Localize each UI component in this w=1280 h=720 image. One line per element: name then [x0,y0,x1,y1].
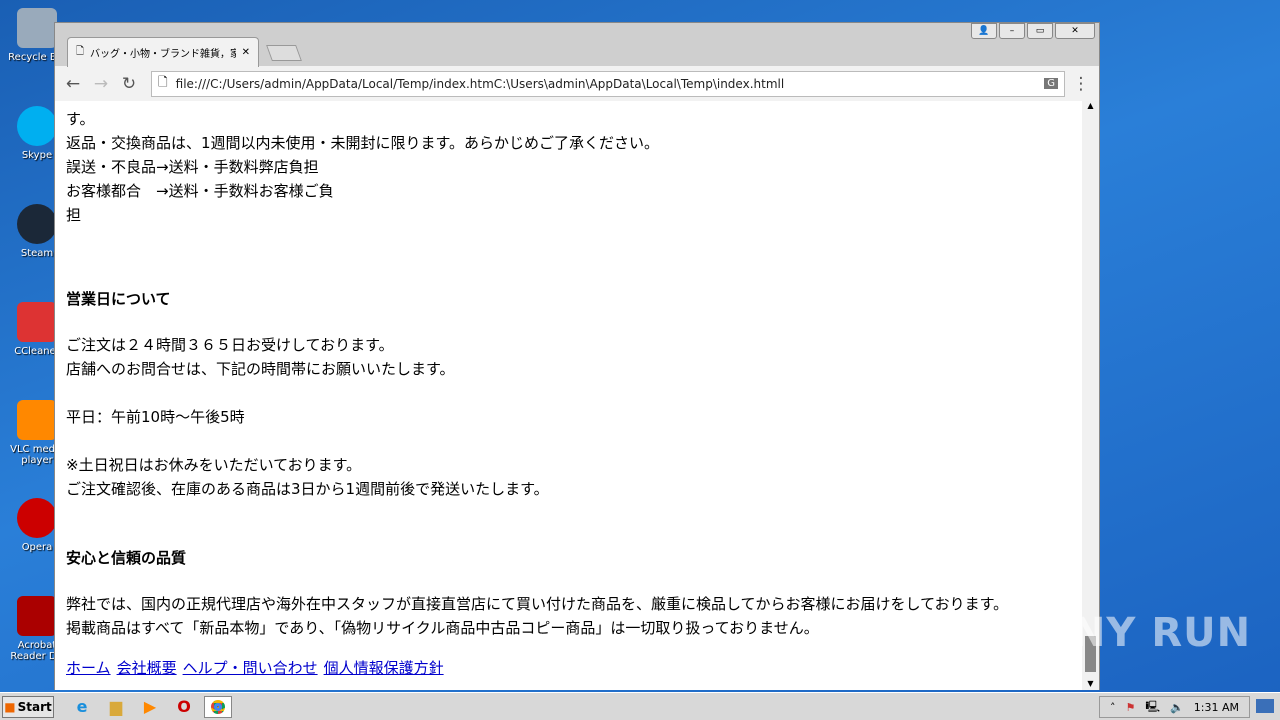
opera-taskbar-icon[interactable]: O [170,696,198,718]
text-line: 担 [66,206,82,224]
link-company[interactable]: 会社概要 [117,659,177,677]
toolbar: ← → ↻ 🗋 file:///C:/Users/admin/AppData/L… [55,66,1099,101]
windows-logo-icon: ■ [4,699,16,714]
link-privacy[interactable]: 個人情報保護方針 [324,659,444,677]
link-help[interactable]: ヘルプ・問い合わせ [183,659,318,677]
icon-label: Skype [21,150,53,161]
ccleaner-icon [17,302,57,342]
clock[interactable]: 1:31 AM [1194,701,1239,714]
text-line: ※土日祝日はお休みをいただいております。 [66,456,362,474]
url-text[interactable]: file:///C:/Users/admin/AppData/Local/Tem… [176,77,1037,91]
vlc-icon [17,400,57,440]
close-tab-icon[interactable]: ✕ [242,47,250,58]
recycle-bin-icon [17,8,57,48]
text-line: 誤送・不良品→送料・手数料弊店負担 [66,158,319,176]
skype-icon [17,106,57,146]
icon-label: Steam [20,248,54,259]
start-button[interactable]: ■ Start [2,695,54,718]
maximize-button[interactable]: ▭ [1027,23,1053,39]
text-line: 平日：午前10時～午後5時 [66,408,245,426]
network-icon[interactable]: 🖳 [1145,698,1160,717]
explorer-icon[interactable]: ▆ [102,696,130,718]
start-label: Start [17,699,52,714]
volume-icon[interactable]: 🔈 [1170,701,1184,714]
address-bar[interactable]: 🗋 file:///C:/Users/admin/AppData/Local/T… [151,70,1065,97]
scroll-up-icon[interactable]: ▲ [1082,101,1099,110]
show-hidden-icons[interactable]: ˄ [1110,701,1116,714]
icon-label: Opera [21,542,53,553]
reload-button[interactable]: ↻ [117,74,141,94]
browser-window: 🗋 バッグ・小物・ブランド雑貨，家電 ✕ 👤 – ▭ ✕ ← → ↻ 🗋 fil… [54,22,1100,690]
minimize-button[interactable]: – [999,23,1025,39]
opera-icon [17,498,57,538]
chrome-taskbar-icon[interactable] [204,695,232,718]
tab-title: バッグ・小物・ブランド雑貨，家電 [90,49,236,60]
section-heading: 営業日について [66,290,171,308]
text-line: お客様都合 →送料・手数料お客様ご負 [66,182,334,200]
show-desktop-button[interactable] [1256,699,1274,713]
profile-button[interactable]: 👤 [971,23,997,39]
back-button[interactable]: ← [61,74,85,94]
text-line: 弊社では、国内の正規代理店や海外在中スタッフが直接直営店にて買い付けた商品を、厳… [66,595,1009,613]
watermark: ANY RUN [1040,610,1252,656]
action-center-icon[interactable]: ⚑ [1126,701,1136,714]
text-line: ご注文は２４時間３６５日お受けしております。 [66,336,394,354]
browser-tab[interactable]: 🗋 バッグ・小物・ブランド雑貨，家電 ✕ [67,37,259,67]
new-tab-button[interactable] [266,45,302,61]
section-heading: 安心と信頼の品質 [66,549,187,567]
text-line: 掲載商品はすべて「新品本物」であり、「偽物リサイクル商品中古品コピー商品」は一切… [66,619,819,637]
system-tray: ˄ ⚑ 🖳 🔈 1:31 AM [1099,696,1250,718]
icon-label: CCleaner [14,346,60,357]
link-home[interactable]: ホーム [66,659,111,677]
media-player-icon[interactable]: ▶ [136,696,164,718]
translate-icon[interactable]: G [1044,78,1058,89]
vertical-scrollbar[interactable]: ▲ ▼ [1082,101,1099,690]
text-line: 返品・交換商品は、1週間以内未使用・未開封に限ります。あらかじめご了承ください。 [66,134,660,152]
page-icon: 🗋 [76,46,85,57]
menu-button[interactable]: ⋮ [1069,74,1093,94]
scroll-down-icon[interactable]: ▼ [1082,679,1099,688]
page-icon: 🗋 [158,75,168,89]
text-line: 店舗へのお問合せは、下記の時間帯にお願いいたします。 [66,360,455,378]
page-content: す。 返品・交換商品は、1週間以内未使用・未開封に限ります。あらかじめご了承くだ… [55,101,1083,690]
steam-icon [17,204,57,244]
tab-strip: 🗋 バッグ・小物・ブランド雑貨，家電 ✕ 👤 – ▭ ✕ [55,23,1099,67]
text-line: す。 [66,110,95,128]
forward-button[interactable]: → [89,74,113,94]
text-line: ご注文確認後、在庫のある商品は3日から1週間前後で発送いたします。 [66,480,549,498]
ie-icon[interactable]: e [68,696,96,718]
close-window-button[interactable]: ✕ [1055,23,1095,39]
taskbar: ■ Start e ▆ ▶ O ˄ ⚑ 🖳 🔈 1:31 AM [0,692,1280,720]
acrobat-icon [17,596,57,636]
